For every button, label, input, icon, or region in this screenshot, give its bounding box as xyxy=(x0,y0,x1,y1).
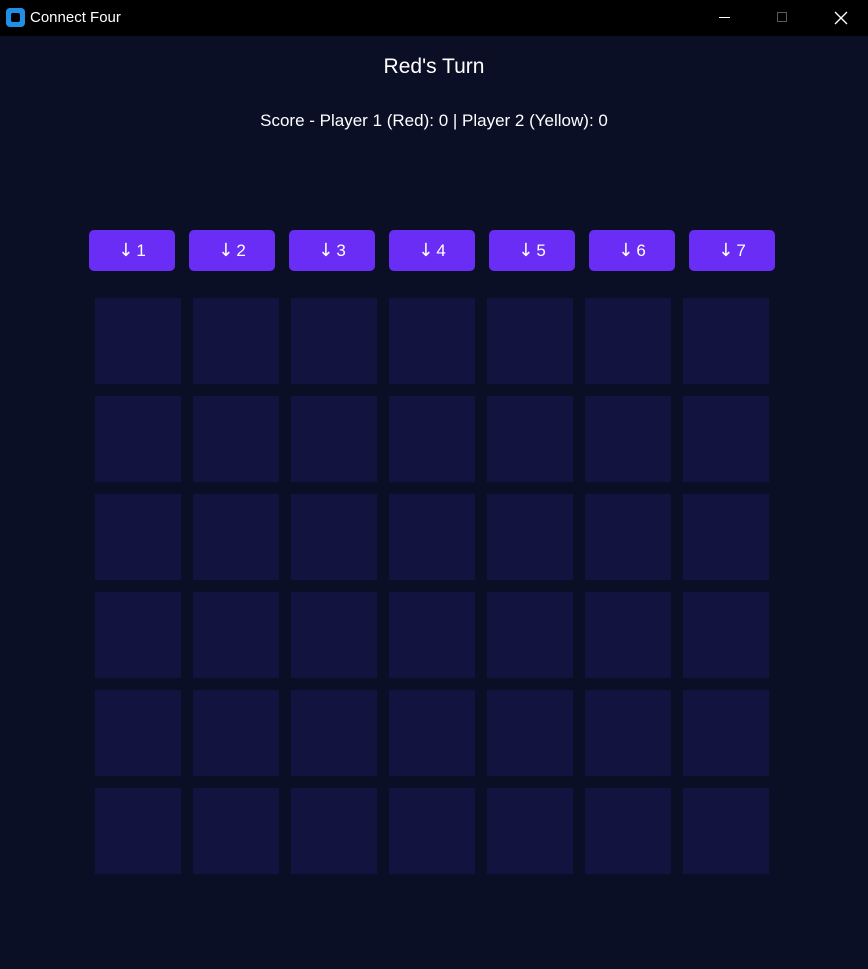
arrow-down-icon: ↓ xyxy=(318,240,334,261)
board-cell[interactable] xyxy=(95,494,181,580)
column-number-label: 3 xyxy=(336,240,346,260)
board-cell[interactable] xyxy=(683,690,769,776)
board-cell[interactable] xyxy=(585,690,671,776)
board-cell[interactable] xyxy=(683,396,769,482)
column-number-label: 4 xyxy=(436,240,446,260)
drop-column-3-button[interactable]: ↓ 3 xyxy=(289,230,375,271)
column-number-label: 2 xyxy=(236,240,246,260)
board-cell[interactable] xyxy=(193,592,279,678)
close-icon xyxy=(834,11,848,25)
drop-column-6-button[interactable]: ↓ 6 xyxy=(589,230,675,271)
board-cell[interactable] xyxy=(683,592,769,678)
arrow-down-icon: ↓ xyxy=(718,240,734,261)
board-cell[interactable] xyxy=(487,298,573,384)
drop-column-5-button[interactable]: ↓ 5 xyxy=(489,230,575,271)
board-cell[interactable] xyxy=(291,396,377,482)
board-cell[interactable] xyxy=(291,298,377,384)
board-cell[interactable] xyxy=(585,396,671,482)
column-number-label: 5 xyxy=(536,240,546,260)
minimize-icon xyxy=(719,17,730,18)
board-cell[interactable] xyxy=(585,788,671,874)
board-cell[interactable] xyxy=(389,788,475,874)
board-cell[interactable] xyxy=(487,494,573,580)
board-cell[interactable] xyxy=(487,690,573,776)
drop-column-4-button[interactable]: ↓ 4 xyxy=(389,230,475,271)
arrow-down-icon: ↓ xyxy=(418,240,434,261)
drop-column-2-button[interactable]: ↓ 2 xyxy=(189,230,275,271)
board-cell[interactable] xyxy=(291,690,377,776)
board-cell[interactable] xyxy=(95,298,181,384)
turn-indicator: Red's Turn xyxy=(383,55,485,78)
board-cell[interactable] xyxy=(95,690,181,776)
board-cell[interactable] xyxy=(193,788,279,874)
arrow-down-icon: ↓ xyxy=(518,240,534,261)
minimize-button[interactable] xyxy=(696,0,754,36)
column-number-label: 6 xyxy=(636,240,646,260)
board-cell[interactable] xyxy=(95,788,181,874)
arrow-down-icon: ↓ xyxy=(618,240,634,261)
column-number-label: 1 xyxy=(136,240,146,260)
window-title: Connect Four xyxy=(30,9,121,26)
maximize-button[interactable] xyxy=(754,0,812,36)
board-cell[interactable] xyxy=(193,396,279,482)
drop-column-1-button[interactable]: ↓ 1 xyxy=(89,230,175,271)
board-cell[interactable] xyxy=(389,396,475,482)
board-cell[interactable] xyxy=(291,788,377,874)
board-cell[interactable] xyxy=(193,298,279,384)
board-cell[interactable] xyxy=(389,592,475,678)
board-cell[interactable] xyxy=(291,592,377,678)
board-cell[interactable] xyxy=(683,298,769,384)
app-icon xyxy=(6,8,25,27)
board-cell[interactable] xyxy=(487,788,573,874)
arrow-down-icon: ↓ xyxy=(118,240,134,261)
board-cell[interactable] xyxy=(487,592,573,678)
maximize-icon xyxy=(777,12,787,22)
board-cell[interactable] xyxy=(585,494,671,580)
board-cell[interactable] xyxy=(291,494,377,580)
board-cell[interactable] xyxy=(683,494,769,580)
board-cell[interactable] xyxy=(193,494,279,580)
board-cell[interactable] xyxy=(389,494,475,580)
board-cell[interactable] xyxy=(193,690,279,776)
board-cell[interactable] xyxy=(95,592,181,678)
arrow-down-icon: ↓ xyxy=(218,240,234,261)
board-cell[interactable] xyxy=(585,592,671,678)
board-cell[interactable] xyxy=(487,396,573,482)
close-button[interactable] xyxy=(812,0,868,36)
board-cell[interactable] xyxy=(389,298,475,384)
column-number-label: 7 xyxy=(736,240,746,260)
board-cell[interactable] xyxy=(683,788,769,874)
board-cell[interactable] xyxy=(585,298,671,384)
drop-column-7-button[interactable]: ↓ 7 xyxy=(689,230,775,271)
board-cell[interactable] xyxy=(95,396,181,482)
board-cell[interactable] xyxy=(389,690,475,776)
title-bar: Connect Four xyxy=(0,0,868,36)
score-display: Score - Player 1 (Red): 0 | Player 2 (Ye… xyxy=(260,111,608,130)
